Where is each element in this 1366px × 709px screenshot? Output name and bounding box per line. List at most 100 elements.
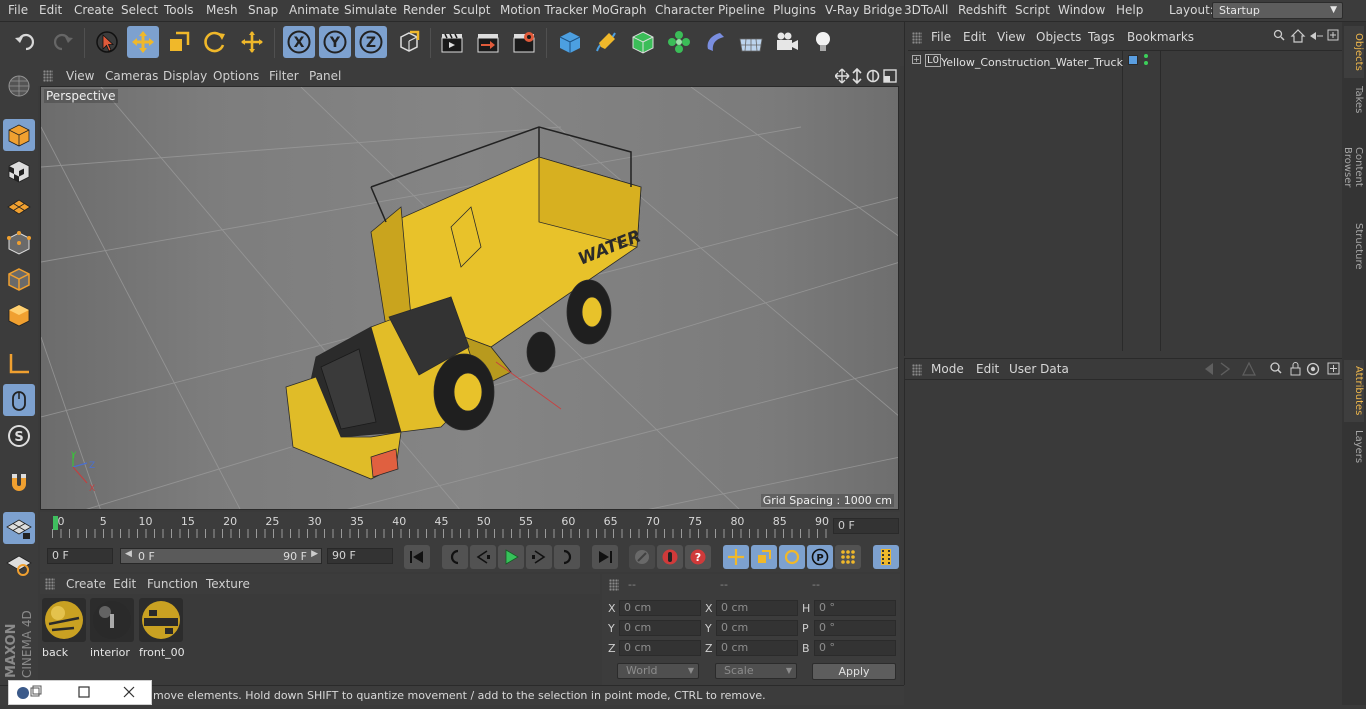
expand-plus-icon[interactable]: + [912,55,921,64]
attributes-menu-edit[interactable]: Edit [976,362,999,376]
transform-tool-button[interactable] [236,26,268,58]
undo-button[interactable] [10,26,42,58]
size-x-field[interactable]: 0 cm [716,600,798,616]
scale-tool-button[interactable] [163,26,195,58]
material-menu-texture[interactable]: Texture [206,577,250,591]
solo-mode-button[interactable]: S [3,420,35,452]
menu-edit[interactable]: Edit [39,3,62,17]
objects-menu-bookmarks[interactable]: Bookmarks [1127,30,1194,44]
viewport-menu-display[interactable]: Display [163,69,207,83]
attributes-menu-mode[interactable]: Mode [931,362,964,376]
layer-color-swatch[interactable] [1128,55,1138,65]
range-slider[interactable]: ◀ 0 F 90 F ▶ [120,548,322,564]
workplane-lock-button[interactable] [3,512,35,544]
viewport-menu-filter[interactable]: Filter [269,69,299,83]
coordinate-system-button[interactable] [393,26,425,58]
end-frame-field[interactable]: 90 F [327,548,393,564]
visibility-render-dot[interactable] [1144,61,1148,65]
objects-header-icons[interactable] [1273,29,1339,43]
pos-z-field[interactable]: 0 cm [619,640,701,656]
size-z-field[interactable]: 0 cm [716,640,798,656]
autokey-button[interactable]: ? [685,545,711,569]
goto-start-button[interactable] [404,545,430,569]
key-rotation-button[interactable] [779,545,805,569]
close-icon[interactable] [123,686,135,698]
camera-button[interactable] [771,26,803,58]
visibility-editor-dot[interactable] [1144,54,1148,58]
tab-content-browser[interactable]: Content Browser [1342,122,1364,212]
timeline-ruler[interactable]: 0 5 10 15 20 25 30 35 40 45 50 55 60 65 70 75 80 85 90 0 F [40,512,900,544]
timeline-window-button[interactable] [873,545,899,569]
axis-mode-button[interactable] [3,348,35,380]
menu-redshift[interactable]: Redshift [958,3,1007,17]
pos-y-field[interactable]: 0 cm [619,620,701,636]
pen-spline-button[interactable] [590,26,622,58]
apply-button[interactable]: Apply [812,663,896,680]
material-swatch-back[interactable]: back [42,598,88,659]
material-menu-edit[interactable]: Edit [113,577,136,591]
z-axis-lock-button[interactable]: Z [355,26,387,58]
viewport-menu-panel[interactable]: Panel [309,69,341,83]
menu-pipeline[interactable]: Pipeline [718,3,765,17]
panel-grip-handle[interactable] [609,579,619,591]
maximize-icon[interactable] [78,686,90,698]
next-frame-button[interactable] [526,545,552,569]
viewport-menu-cameras[interactable]: Cameras [105,69,158,83]
panel-grip-handle[interactable] [45,578,55,590]
pos-x-field[interactable]: 0 cm [619,600,701,616]
menu-mograph[interactable]: MoGraph [592,3,647,17]
panel-grip-handle[interactable] [912,364,922,376]
menu-snap[interactable]: Snap [248,3,278,17]
y-axis-lock-button[interactable]: Y [319,26,351,58]
menu-character[interactable]: Character [655,3,714,17]
attributes-header-icons[interactable] [1201,361,1341,377]
panel-grip-handle[interactable] [912,32,922,44]
material-menu-function[interactable]: Function [147,577,198,591]
next-key-button[interactable] [554,545,580,569]
menu-plugins[interactable]: Plugins [773,3,816,17]
tab-takes[interactable]: Takes [1344,82,1364,118]
key-position-button[interactable] [723,545,749,569]
rot-p-field[interactable]: 0 ° [814,620,896,636]
objects-menu-file[interactable]: File [931,30,951,44]
menu-vray-bridge[interactable]: V-Ray Bridge [825,3,902,17]
quantize-button[interactable] [3,548,35,580]
workplane-mode-button[interactable] [3,191,35,223]
size-y-field[interactable]: 0 cm [716,620,798,636]
panel-grip-handle[interactable] [43,70,53,82]
polygons-mode-button[interactable] [3,299,35,331]
redo-button[interactable] [46,26,78,58]
coord-space-dropdown[interactable]: World ▼ [617,663,699,679]
cloner-button[interactable] [663,26,695,58]
menu-script[interactable]: Script [1015,3,1050,17]
menu-file[interactable]: File [8,3,28,17]
texture-mode-button[interactable] [3,155,35,187]
viewport-menu-view[interactable]: View [66,69,94,83]
menu-render[interactable]: Render [403,3,446,17]
points-mode-button[interactable] [3,227,35,259]
play-button[interactable] [498,545,524,569]
goto-end-button[interactable] [592,545,618,569]
make-editable-button[interactable] [3,70,35,102]
menu-animate[interactable]: Animate [289,3,339,17]
tweak-mode-button[interactable] [3,384,35,416]
rot-h-field[interactable]: 0 ° [814,600,896,616]
rotate-tool-button[interactable] [199,26,231,58]
cube-object-button[interactable] [554,26,586,58]
layout-select[interactable]: Startup ▼ [1212,2,1343,19]
edges-mode-button[interactable] [3,263,35,295]
key-param-button[interactable]: P [807,545,833,569]
tab-objects[interactable]: Objects [1344,26,1364,78]
objects-menu-view[interactable]: View [997,30,1025,44]
object-name[interactable]: Yellow_Construction_Water_Truck [941,56,1123,69]
menu-motion-tracker[interactable]: Motion Tracker [500,3,588,17]
key-scale-button[interactable] [751,545,777,569]
menu-tools[interactable]: Tools [164,3,194,17]
rot-b-field[interactable]: 0 ° [814,640,896,656]
menu-create[interactable]: Create [74,3,114,17]
menu-help[interactable]: Help [1116,3,1143,17]
material-swatch-front[interactable]: front_00 [139,598,185,659]
menu-select[interactable]: Select [121,3,158,17]
prev-key-button[interactable] [442,545,468,569]
viewport-nav-icons[interactable] [835,68,899,84]
